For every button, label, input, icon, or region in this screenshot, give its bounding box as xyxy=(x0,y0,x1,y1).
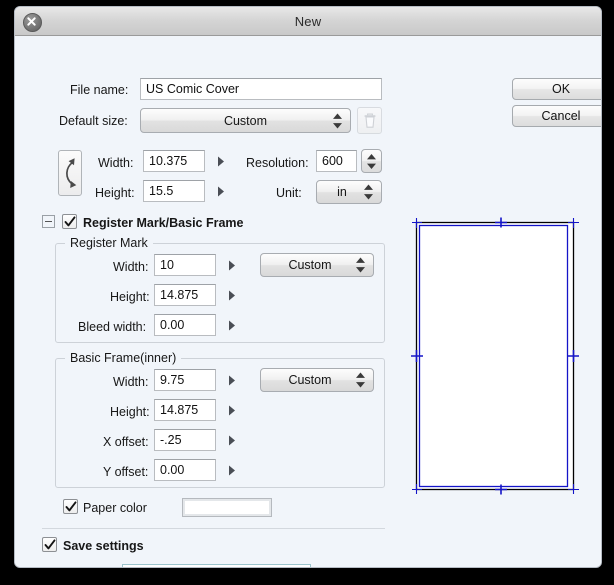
save-settings-label: Save settings xyxy=(63,539,144,553)
canvas-height-input[interactable] xyxy=(143,180,205,202)
canvas-width-menu-icon[interactable] xyxy=(214,153,228,169)
cancel-button-label: Cancel xyxy=(541,109,581,123)
basic-frame-width-input[interactable] xyxy=(154,369,216,391)
canvas-width-input[interactable] xyxy=(143,150,205,172)
register-mark-height-input[interactable] xyxy=(154,284,216,306)
register-section-label: Register Mark/Basic Frame xyxy=(83,216,244,230)
file-name-input[interactable] xyxy=(140,78,382,100)
basic-frame-x-offset-menu-icon[interactable] xyxy=(225,432,239,448)
unit-value: in xyxy=(337,185,347,199)
dialog-title: New xyxy=(294,13,322,29)
paper-color-swatch[interactable] xyxy=(182,498,272,517)
chevron-updown-icon xyxy=(363,184,374,201)
basic-frame-x-offset-input[interactable] xyxy=(154,429,216,451)
basic-frame-y-offset-menu-icon[interactable] xyxy=(225,462,239,478)
basic-frame-y-offset-input[interactable] xyxy=(154,459,216,481)
chevron-updown-icon xyxy=(332,112,343,129)
default-size-label: Default size: xyxy=(59,114,128,128)
default-size-popup[interactable]: Custom xyxy=(140,108,351,133)
resolution-stepper[interactable] xyxy=(361,149,382,173)
register-mark-group-title: Register Mark xyxy=(65,236,153,250)
basic-frame-preset-popup[interactable]: Custom xyxy=(260,368,374,392)
rotate-swap-arrows-icon[interactable] xyxy=(58,150,82,196)
canvas-width-label: Width: xyxy=(98,156,134,170)
register-mark-preset-value: Custom xyxy=(288,258,332,272)
ok-button[interactable]: OK xyxy=(512,78,601,100)
paper-color-checkbox[interactable] xyxy=(63,499,78,514)
dialog-titlebar: New xyxy=(15,7,601,36)
register-mark-bleed-input[interactable] xyxy=(154,314,216,336)
save-settings-checkbox[interactable] xyxy=(42,537,57,552)
section-divider xyxy=(42,528,385,529)
file-name-label: File name: xyxy=(70,83,129,97)
chevron-updown-icon xyxy=(355,257,366,274)
resolution-label: Resolution: xyxy=(246,156,309,170)
cancel-button[interactable]: Cancel xyxy=(512,105,601,127)
register-mark-width-input[interactable] xyxy=(154,254,216,276)
unit-label: Unit: xyxy=(276,186,302,200)
basic-frame-width-menu-icon[interactable] xyxy=(225,372,239,388)
basic-frame-width-label: Width: xyxy=(113,375,149,389)
canvas-preview xyxy=(403,214,599,499)
new-document-dialog: New File name: Default size: Custom xyxy=(14,6,602,568)
paper-color-label: Paper color xyxy=(83,501,147,515)
ok-button-label: OK xyxy=(551,82,571,96)
basic-frame-preset-value: Custom xyxy=(288,373,332,387)
register-mark-preset-popup[interactable]: Custom xyxy=(260,253,374,277)
unit-popup[interactable]: in xyxy=(316,180,382,204)
basic-frame-height-menu-icon[interactable] xyxy=(225,402,239,418)
register-section-checkbox[interactable] xyxy=(62,214,77,229)
basic-frame-y-offset-label: Y offset: xyxy=(103,465,149,479)
canvas-height-label: Height: xyxy=(95,186,135,200)
register-mark-width-label: Width: xyxy=(113,260,149,274)
register-mark-width-menu-icon[interactable] xyxy=(225,257,239,273)
chevron-updown-icon xyxy=(355,372,366,389)
register-mark-height-menu-icon[interactable] xyxy=(225,287,239,303)
default-size-value: Custom xyxy=(223,113,268,128)
basic-frame-group-title: Basic Frame(inner) xyxy=(65,351,182,365)
save-name-input[interactable] xyxy=(122,564,311,567)
trash-icon[interactable] xyxy=(357,107,382,134)
register-mark-bleed-menu-icon[interactable] xyxy=(225,317,239,333)
basic-frame-height-input[interactable] xyxy=(154,399,216,421)
basic-frame-x-offset-label: X offset: xyxy=(103,435,149,449)
resolution-input[interactable] xyxy=(316,150,357,172)
close-icon[interactable] xyxy=(23,13,42,32)
canvas-height-menu-icon[interactable] xyxy=(214,183,228,199)
register-mark-height-label: Height: xyxy=(110,290,150,304)
basic-frame-height-label: Height: xyxy=(110,405,150,419)
register-mark-bleed-label: Bleed width: xyxy=(78,320,147,334)
dialog-content: File name: Default size: Custom xyxy=(15,36,601,567)
register-section-disclosure[interactable] xyxy=(42,215,55,228)
